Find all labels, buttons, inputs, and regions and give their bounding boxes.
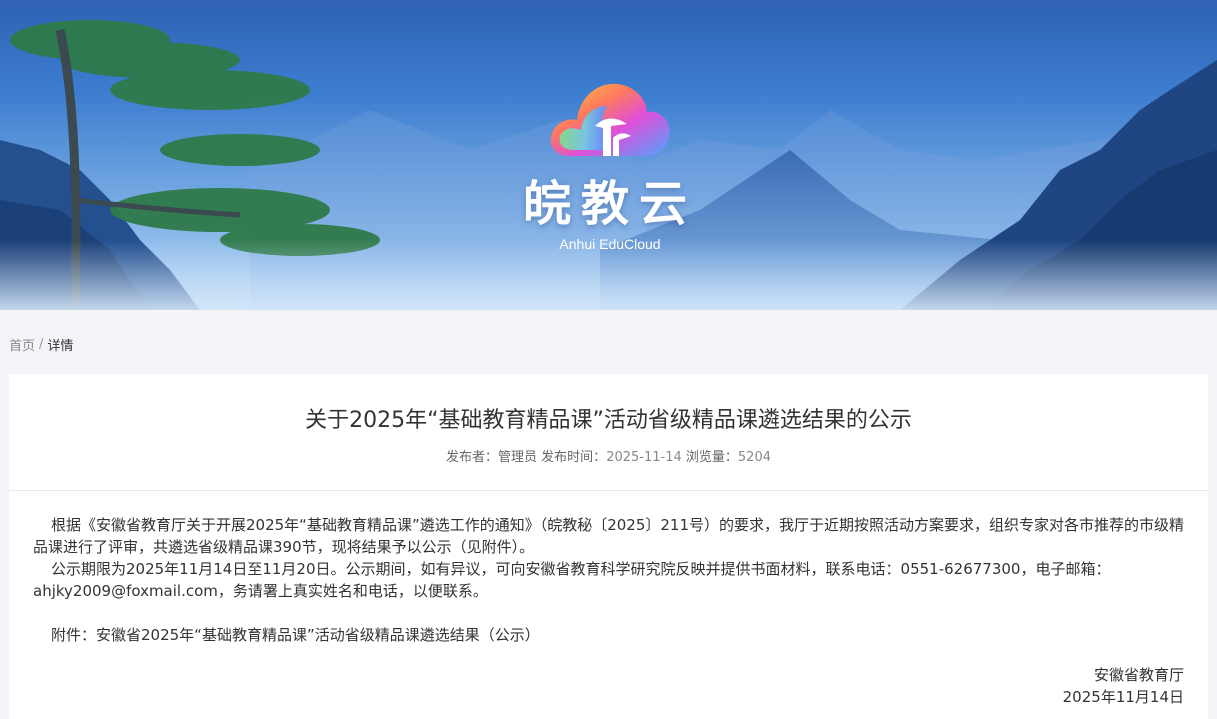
breadcrumb-separator: / [39, 336, 44, 352]
article-card: 关于2025年“基础教育精品课”活动省级精品课遴选结果的公示 发布者：管理员 发… [9, 374, 1208, 719]
article-title: 关于2025年“基础教育精品课”活动省级精品课遴选结果的公示 [305, 408, 912, 433]
publisher-label: 发布者： [446, 450, 499, 465]
publish-time-label: 发布时间： [541, 450, 607, 465]
article-meta: 发布者：管理员 发布时间：2025-11-14 浏览量：5204 [9, 446, 1208, 465]
title-divider [9, 490, 1208, 491]
signature-org: 安徽省教育厅 [1093, 666, 1184, 684]
views-label: 浏览量： [685, 450, 738, 465]
body-paragraph: 根据《安徽省教育厅关于开展2025年“基础教育精品课”遴选工作的通知》（皖教秘〔… [33, 516, 1185, 556]
educloud-logo: 皖教云 Anhui EduCloud [500, 76, 720, 266]
body-paragraph: 公示期限为2025年11月14日至11月20日。公示期间，如有异议，可向安徽省教… [33, 560, 1111, 600]
views-count: 5204 [737, 450, 771, 465]
breadcrumb-current: 详情 [47, 338, 74, 354]
publish-time-value: 2025-11-14 [606, 450, 682, 465]
header-banner: 皖教云 Anhui EduCloud [0, 0, 1217, 310]
signature-block: 安徽省教育厅 2025年11月14日 [1063, 664, 1184, 708]
logo-subtitle: Anhui EduCloud [559, 236, 661, 252]
breadcrumb: 首页 / 详情 [9, 335, 74, 354]
cloud-logo-icon [550, 83, 670, 156]
publisher-value: 管理员 [498, 450, 538, 465]
logo-title: 皖教云 [522, 176, 697, 232]
breadcrumb-home-link[interactable]: 首页 [9, 335, 35, 354]
signature-date: 2025年11月14日 [1062, 688, 1184, 706]
attachment-link[interactable]: 附件：安徽省2025年“基础教育精品课”活动省级精品课遴选结果（公示） [33, 624, 1189, 646]
article-body: 根据《安徽省教育厅关于开展2025年“基础教育精品课”遴选工作的通知》（皖教秘〔… [33, 514, 1189, 646]
